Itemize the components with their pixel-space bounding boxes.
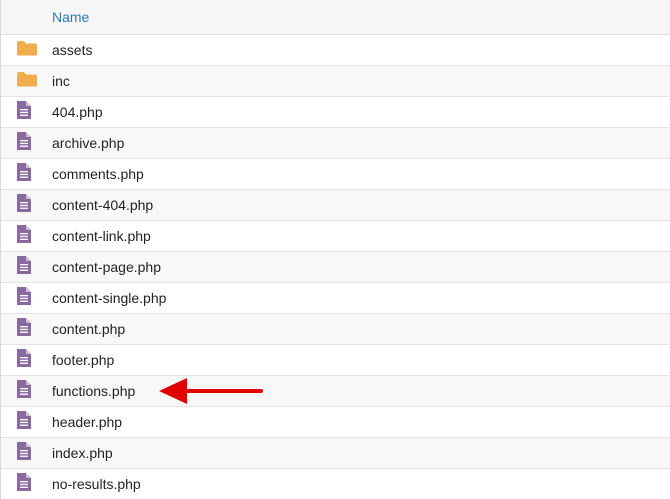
file-name[interactable]: header.php <box>52 414 122 430</box>
list-item[interactable]: content-link.php <box>1 221 670 252</box>
list-item[interactable]: functions.php <box>1 376 670 407</box>
file-icon <box>16 162 32 187</box>
file-list: assets inc 404.php archive.php comments.… <box>1 35 670 499</box>
file-icon <box>16 193 32 218</box>
file-name[interactable]: index.php <box>52 445 113 461</box>
file-name[interactable]: comments.php <box>52 166 144 182</box>
red-arrow-annotation <box>159 378 263 404</box>
file-icon <box>16 100 32 125</box>
file-icon <box>16 410 32 435</box>
file-icon <box>16 286 32 311</box>
table-header: Name <box>1 0 670 35</box>
list-item[interactable]: index.php <box>1 438 670 469</box>
file-icon <box>16 255 32 280</box>
file-name[interactable]: functions.php <box>52 383 135 399</box>
file-icon <box>16 379 32 404</box>
name-column-header[interactable]: Name <box>52 9 89 25</box>
file-name[interactable]: content-single.php <box>52 290 166 306</box>
file-name[interactable]: content.php <box>52 321 125 337</box>
file-icon <box>16 317 32 342</box>
folder-icon <box>16 40 38 61</box>
list-item[interactable]: no-results.php <box>1 469 670 499</box>
file-icon <box>16 441 32 466</box>
list-item[interactable]: archive.php <box>1 128 670 159</box>
file-list-table: Name assets inc 404.php archive.php comm… <box>0 0 670 499</box>
file-icon <box>16 131 32 156</box>
list-item[interactable]: content-single.php <box>1 283 670 314</box>
list-item[interactable]: footer.php <box>1 345 670 376</box>
folder-icon <box>16 71 38 92</box>
list-item[interactable]: content-404.php <box>1 190 670 221</box>
list-item[interactable]: header.php <box>1 407 670 438</box>
file-name[interactable]: content-link.php <box>52 228 151 244</box>
list-item[interactable]: content-page.php <box>1 252 670 283</box>
list-item[interactable]: content.php <box>1 314 670 345</box>
file-name[interactable]: no-results.php <box>52 476 141 492</box>
file-name[interactable]: assets <box>52 42 92 58</box>
list-item[interactable]: inc <box>1 66 670 97</box>
list-item[interactable]: comments.php <box>1 159 670 190</box>
file-name[interactable]: footer.php <box>52 352 114 368</box>
file-name[interactable]: content-page.php <box>52 259 161 275</box>
file-icon <box>16 348 32 373</box>
list-item[interactable]: 404.php <box>1 97 670 128</box>
file-name[interactable]: content-404.php <box>52 197 153 213</box>
file-name[interactable]: 404.php <box>52 104 103 120</box>
file-icon <box>16 224 32 249</box>
file-name[interactable]: inc <box>52 73 70 89</box>
file-icon <box>16 472 32 497</box>
file-name[interactable]: archive.php <box>52 135 124 151</box>
list-item[interactable]: assets <box>1 35 670 66</box>
